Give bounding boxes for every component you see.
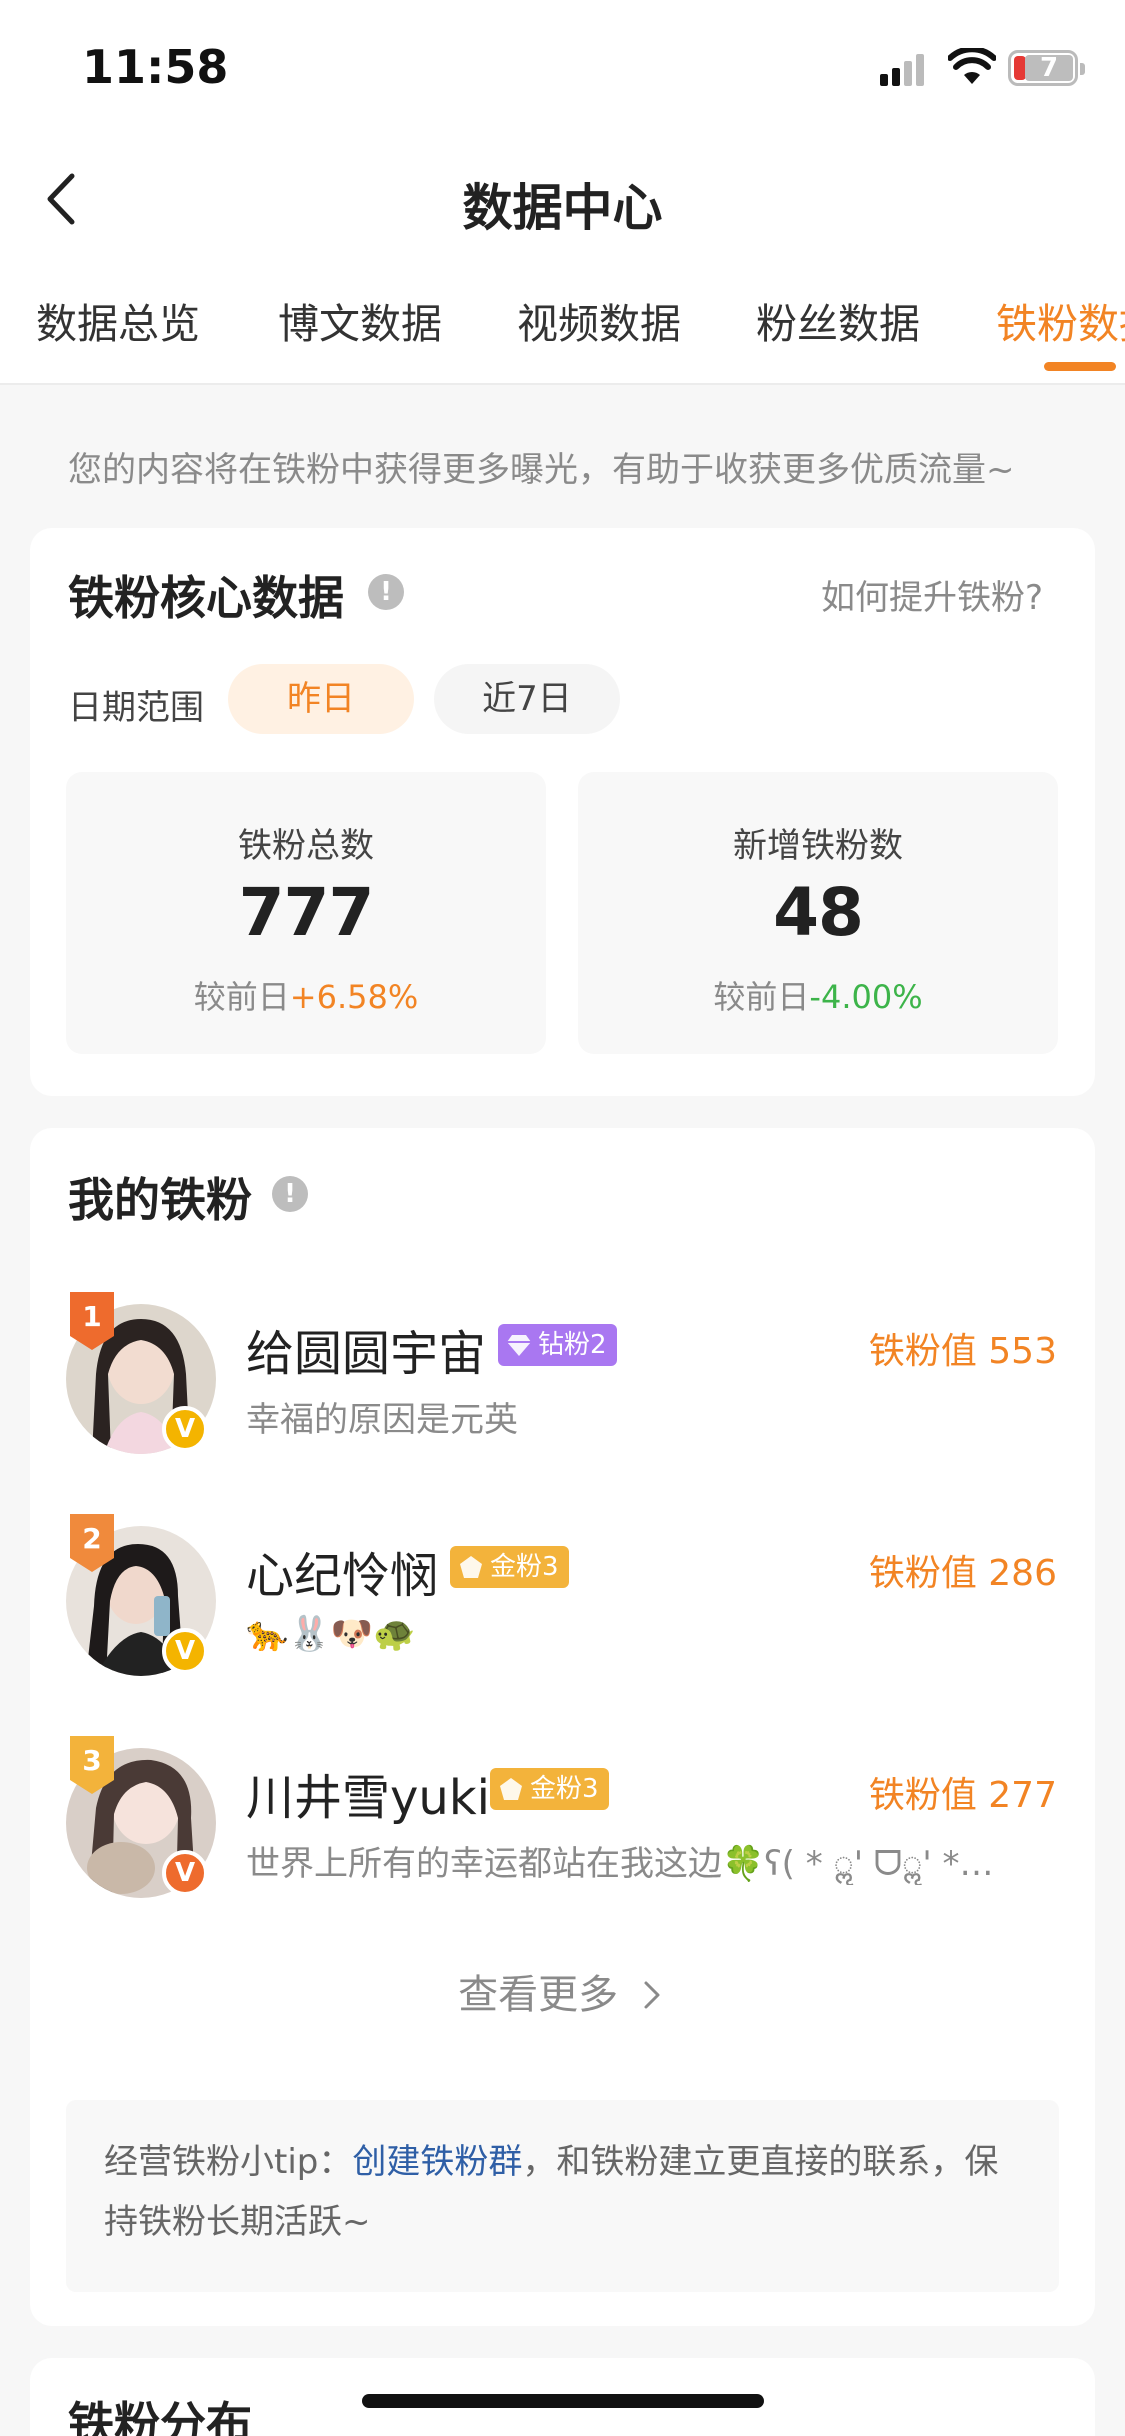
stat-compare: 较前日+6.58% (193, 978, 419, 1016)
chip-yesterday[interactable]: 昨日 (228, 664, 414, 734)
fan-list-item[interactable]: 2 V 心纪怜悯 金粉3 铁粉值 286 🐆🐰🐶🐢 (30, 1514, 1095, 1684)
view-more-button[interactable]: 查看更多 (30, 1962, 1095, 2020)
diamond-icon (507, 1335, 531, 1356)
fan-list-item[interactable]: 1 V 给圆圆宇宙 钻粉2 铁粉值 553 幸福的原因是元英 (30, 1292, 1095, 1462)
tip-prefix: 经营铁粉小tip： (104, 2142, 353, 2182)
stat-value: 777 (238, 874, 375, 951)
rank-badge-icon: 2 (70, 1514, 114, 1572)
tab-videos[interactable]: 视频数据 (517, 290, 681, 350)
fan-value: 铁粉值 286 (868, 1553, 1057, 1594)
active-tab-indicator (1044, 362, 1116, 371)
fan-name: 心纪怜悯 (246, 1548, 439, 1604)
stat-compare: 较前日-4.00% (713, 978, 923, 1016)
info-icon[interactable]: ! (272, 1176, 308, 1212)
fan-level-badge: 金粉3 (450, 1546, 569, 1588)
rank-badge-icon: 3 (70, 1736, 114, 1794)
status-bar: 11:58 7 (0, 0, 1125, 140)
chip-last-7-days[interactable]: 近7日 (434, 664, 620, 734)
battery-icon: 7 (1008, 50, 1085, 86)
fan-list-item[interactable]: 3 V 川井雪yuki 金粉3 铁粉值 277 世界上所有的幸运都站在我这边🍀ʕ… (30, 1736, 1095, 1906)
stat-value: 48 (773, 874, 864, 951)
stat-label: 铁粉总数 (238, 826, 374, 866)
home-indicator[interactable] (362, 2394, 764, 2408)
page-title: 数据中心 (462, 179, 663, 237)
stat-new-iron-fans: 新增铁粉数 48 较前日-4.00% (578, 772, 1058, 1054)
verified-badge-icon: V (162, 1850, 208, 1896)
svg-text:3: 3 (82, 1744, 101, 1777)
view-more-label: 查看更多 (458, 1972, 619, 2018)
core-data-title: 铁粉核心数据 (68, 571, 344, 625)
stat-change-up: +6.58% (289, 978, 419, 1016)
core-data-card: 铁粉核心数据 ! 如何提升铁粉? 日期范围 昨日 近7日 铁粉总数 777 较前… (30, 528, 1095, 1096)
rank-badge-icon: 1 (70, 1292, 114, 1350)
status-time: 11:58 (82, 40, 229, 94)
stat-label: 新增铁粉数 (733, 826, 903, 866)
wifi-icon (948, 48, 996, 84)
cellular-signal-icon (880, 54, 924, 86)
fan-name: 给圆圆宇宙 (246, 1326, 487, 1382)
my-fans-card: 我的铁粉 ! 1 V 给圆圆宇宙 钻粉2 铁粉值 553 幸福的原因是元英 2 … (30, 1128, 1095, 2326)
fan-signature: 幸福的原因是元英 (246, 1400, 518, 1440)
my-fans-title: 我的铁粉 (68, 1173, 252, 1227)
fan-signature: 世界上所有的幸运都站在我这边🍀ʕ( * ॢ' ᗜॢ' *… (246, 1844, 994, 1884)
nav-bar: 数据中心 (0, 140, 1125, 260)
battery-level: 7 (1025, 55, 1073, 81)
hint-text: 您的内容将在铁粉中获得更多曝光，有助于收获更多优质流量~ (68, 450, 1015, 490)
fan-name: 川井雪yuki (246, 1770, 490, 1826)
how-to-improve-link[interactable]: 如何提升铁粉? (821, 570, 1043, 619)
tab-overview[interactable]: 数据总览 (36, 290, 200, 350)
fan-value: 铁粉值 277 (868, 1775, 1057, 1816)
date-range-label: 日期范围 (68, 688, 204, 728)
info-icon[interactable]: ! (368, 574, 404, 610)
chevron-right-icon (644, 1981, 660, 2009)
svg-text:2: 2 (82, 1522, 101, 1555)
stat-change-down: -4.00% (809, 978, 923, 1016)
fan-level-badge: 金粉3 (490, 1768, 609, 1810)
fan-level-badge: 钻粉2 (498, 1324, 617, 1366)
tab-posts[interactable]: 博文数据 (278, 290, 442, 350)
distribution-title: 铁粉分布 (68, 2397, 252, 2436)
verified-badge-icon: V (162, 1628, 208, 1674)
fan-value: 铁粉值 553 (868, 1331, 1057, 1372)
create-fan-group-link[interactable]: 创建铁粉群 (352, 2142, 522, 2182)
tab-iron-fans[interactable]: 铁粉数据 (996, 290, 1125, 350)
gold-gem-icon (460, 1556, 482, 1578)
fan-signature: 🐆🐰🐶🐢 (246, 1614, 416, 1654)
verified-badge-icon: V (162, 1406, 208, 1452)
stat-total-iron-fans: 铁粉总数 777 较前日+6.58% (66, 772, 546, 1054)
svg-text:1: 1 (82, 1300, 101, 1333)
tab-fans[interactable]: 粉丝数据 (756, 290, 920, 350)
gold-gem-icon (500, 1778, 522, 1800)
tab-bar: 数据总览 博文数据 视频数据 粉丝数据 铁粉数据 (0, 260, 1125, 385)
tip-box: 经营铁粉小tip：创建铁粉群，和铁粉建立更直接的联系，保持铁粉长期活跃~ (66, 2100, 1059, 2292)
